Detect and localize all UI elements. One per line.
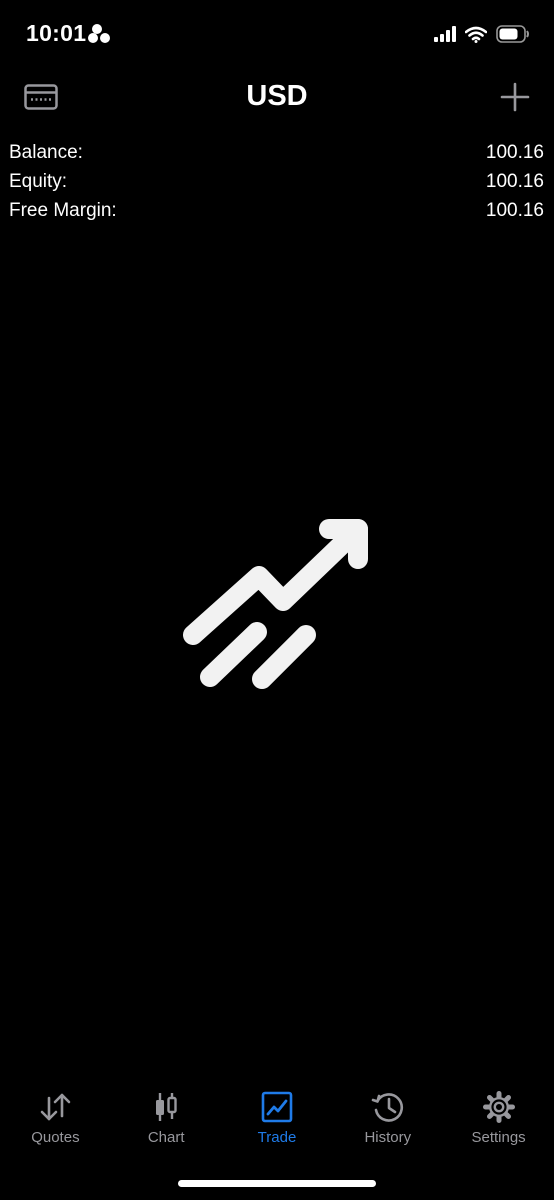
account-summary: Balance: 100.16 Equity: 100.16 Free Marg…	[9, 138, 544, 225]
equity-value: 100.16	[485, 171, 544, 192]
nav-bar: USD	[0, 70, 554, 126]
gear-icon	[482, 1091, 515, 1123]
quotes-arrows-icon	[41, 1093, 71, 1121]
tab-settings-label: Settings	[471, 1129, 526, 1146]
free-margin-value: 100.16	[485, 200, 544, 221]
equity-label: Equity:	[9, 171, 68, 192]
tab-history[interactable]: History	[332, 1082, 443, 1162]
tab-history-label: History	[364, 1129, 412, 1146]
trend-up-icon	[183, 519, 368, 689]
equity-row: Equity: 100.16	[9, 167, 544, 196]
free-margin-label: Free Margin:	[9, 200, 117, 221]
status-time: 10:01	[26, 20, 87, 46]
cellular-signal-icon	[434, 26, 456, 42]
status-right	[434, 22, 530, 46]
tab-quotes[interactable]: Quotes	[0, 1082, 111, 1162]
tab-bar: Quotes Chart Trade History Settings	[0, 1082, 554, 1162]
status-bar: 10:01	[0, 0, 554, 70]
battery-icon	[496, 25, 529, 43]
balance-label: Balance:	[9, 142, 83, 163]
wifi-icon	[465, 26, 487, 43]
tab-settings[interactable]: Settings	[443, 1082, 554, 1162]
balance-value: 100.16	[485, 142, 544, 163]
free-margin-row: Free Margin: 100.16	[9, 196, 544, 225]
tab-chart-label: Chart	[147, 1129, 185, 1146]
status-indicator-icon	[88, 24, 110, 43]
tab-trade[interactable]: Trade	[222, 1082, 333, 1162]
tab-chart[interactable]: Chart	[111, 1082, 222, 1162]
home-indicator	[178, 1180, 376, 1187]
balance-row: Balance: 100.16	[9, 138, 544, 167]
tab-trade-label: Trade	[257, 1129, 297, 1146]
plus-icon[interactable]	[500, 82, 530, 112]
candlestick-icon	[156, 1093, 177, 1121]
history-clock-icon	[371, 1093, 403, 1122]
account-currency-title: USD	[246, 80, 308, 112]
tab-quotes-label: Quotes	[31, 1129, 80, 1146]
trade-chart-icon	[261, 1091, 293, 1123]
